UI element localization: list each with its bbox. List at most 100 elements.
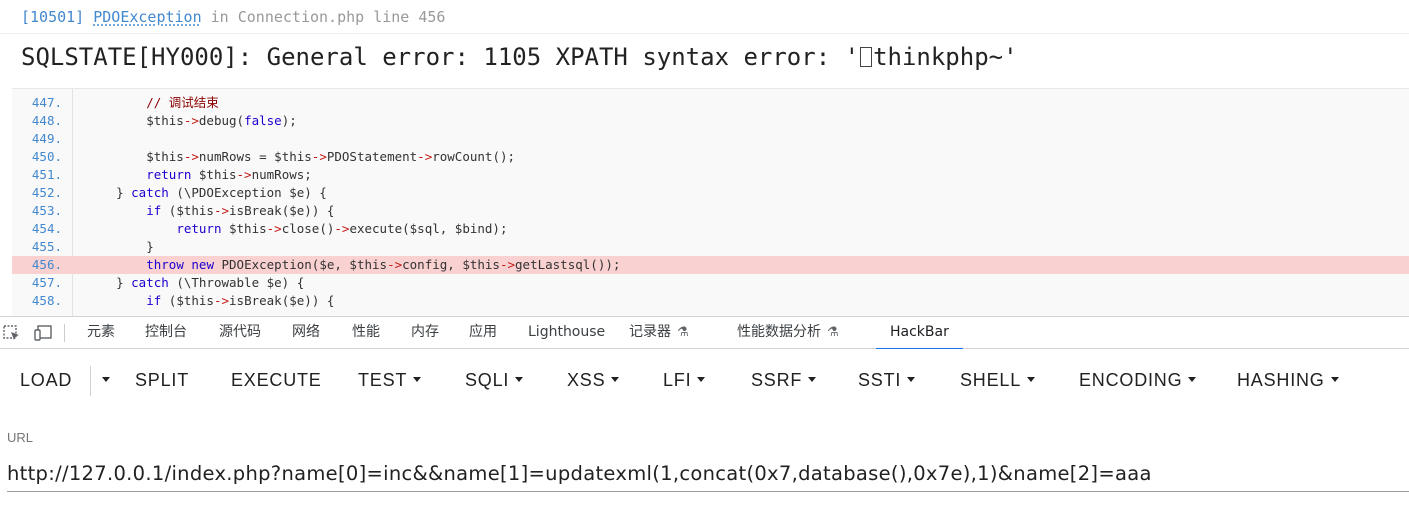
- load-button[interactable]: LOAD: [20, 367, 72, 393]
- ssti-menu-button[interactable]: SSTI: [858, 367, 916, 393]
- exception-line: 456: [418, 8, 446, 26]
- line-code: $this->numRows = $this->PDOStatement->ro…: [86, 149, 516, 164]
- hashing-label: HASHING: [1237, 370, 1325, 390]
- line-number: 457.: [31, 275, 62, 290]
- test-menu-button[interactable]: TEST: [358, 367, 422, 393]
- source-line: 457. } catch (\Throwable $e) {: [12, 274, 1409, 292]
- lfi-menu-button[interactable]: LFI: [663, 367, 706, 393]
- load-divider: [90, 366, 91, 396]
- line-code: } catch (\PDOException $e) {: [86, 185, 327, 200]
- source-line: 455. }: [12, 238, 1409, 256]
- chevron-down-icon: [413, 377, 422, 382]
- tab-hackbar[interactable]: HackBar: [876, 317, 963, 350]
- xss-label: XSS: [567, 370, 606, 390]
- chevron-down-icon: [697, 377, 706, 382]
- load-options-button[interactable]: [96, 367, 110, 393]
- error-page: [10501] PDOException in Connection.php l…: [0, 0, 1409, 317]
- line-code: // 调试结束: [86, 95, 219, 110]
- line-code: return $this->close()->execute($sql, $bi…: [176, 221, 508, 236]
- line-number: 454.: [31, 221, 62, 236]
- shell-label: SHELL: [960, 370, 1022, 390]
- encoding-label: ENCODING: [1079, 370, 1183, 390]
- sqli-label: SQLI: [465, 370, 510, 390]
- ssrf-menu-button[interactable]: SSRF: [751, 367, 817, 393]
- chevron-down-icon: [907, 377, 916, 382]
- error-message-end: thinkphp~': [873, 43, 1018, 71]
- chevron-down-icon: [515, 377, 524, 382]
- source-code-panel: 447. // 调试结束 448. $this->debug(false); 449…: [12, 88, 1409, 317]
- source-line: 453. if ($this->isBreak($e)) {: [12, 202, 1409, 220]
- line-number: 456.: [31, 257, 62, 272]
- hashing-menu-button[interactable]: HASHING: [1237, 367, 1339, 393]
- chevron-down-icon: [102, 377, 110, 382]
- tab-elements[interactable]: 元素: [87, 317, 115, 349]
- url-label: URL: [7, 430, 34, 445]
- inspect-element-icon[interactable]: [2, 323, 22, 343]
- exception-header: [10501] PDOException in Connection.php l…: [21, 8, 445, 26]
- line-number: 447.: [31, 95, 62, 110]
- source-line: 456. throw new PDOException($e, $this->c…: [12, 256, 1409, 274]
- line-code: throw new PDOException($e, $this->config…: [146, 257, 621, 272]
- exception-class-link[interactable]: PDOException: [93, 8, 201, 26]
- tab-console[interactable]: 控制台: [145, 317, 187, 349]
- tab-performance-insights[interactable]: 性能数据分析 ⚗: [737, 317, 839, 349]
- line-code: return $this->numRows;: [146, 167, 312, 182]
- source-line: 458. if ($this->isBreak($e)) {: [12, 292, 1409, 310]
- error-message-start: SQLSTATE[HY000]: General error: 1105 XPA…: [21, 43, 860, 71]
- tab-sources[interactable]: 源代码: [219, 317, 261, 349]
- chevron-down-icon: [1188, 377, 1197, 382]
- source-line: 452. } catch (\PDOException $e) {: [12, 184, 1409, 202]
- line-number: 455.: [31, 239, 62, 254]
- tab-performance[interactable]: 性能: [352, 317, 380, 349]
- chevron-down-icon: [611, 377, 620, 382]
- ssrf-label: SSRF: [751, 370, 803, 390]
- line-number: 450.: [31, 149, 62, 164]
- line-code: } catch (\Throwable $e) {: [86, 275, 305, 290]
- tab-performance-insights-label: 性能数据分析: [737, 324, 821, 340]
- xss-menu-button[interactable]: XSS: [567, 367, 620, 393]
- exception-file: Connection.php: [237, 8, 365, 26]
- line-number: 451.: [31, 167, 62, 182]
- ssti-label: SSTI: [858, 370, 902, 390]
- source-line: 448. $this->debug(false);: [12, 112, 1409, 130]
- source-line: 451. return $this->numRows;: [12, 166, 1409, 184]
- line-number: 453.: [31, 203, 62, 218]
- tab-recorder[interactable]: 记录器 ⚗: [629, 317, 689, 349]
- tab-application[interactable]: 应用: [469, 317, 497, 349]
- source-line: 454. return $this->close()->execute($sql…: [12, 220, 1409, 238]
- header-divider: [0, 33, 1409, 34]
- encoding-menu-button[interactable]: ENCODING: [1079, 367, 1197, 393]
- in-word: in: [210, 8, 229, 26]
- toolbar-separator: [64, 324, 65, 342]
- hackbar-toolbar: LOAD SPLIT EXECUTE TEST SQLI XSS LFI SSR…: [0, 349, 1409, 411]
- line-code: }: [86, 239, 154, 254]
- shell-menu-button[interactable]: SHELL: [960, 367, 1036, 393]
- chevron-down-icon: [808, 377, 817, 382]
- experiment-flask-icon: ⚗: [677, 325, 689, 340]
- tab-memory[interactable]: 内存: [411, 317, 439, 349]
- line-word: line: [373, 8, 410, 26]
- error-code: [10501]: [21, 8, 85, 26]
- tab-network[interactable]: 网络: [292, 317, 320, 349]
- device-toolbar-icon[interactable]: [33, 323, 53, 343]
- url-input[interactable]: [7, 456, 1409, 492]
- tab-lighthouse[interactable]: Lighthouse: [528, 317, 605, 349]
- source-line: 447. // 调试结束: [12, 94, 1409, 112]
- error-message: SQLSTATE[HY000]: General error: 1105 XPA…: [21, 43, 1018, 71]
- chevron-down-icon: [1027, 377, 1036, 382]
- tab-recorder-label: 记录器: [629, 324, 671, 340]
- test-label: TEST: [358, 370, 408, 390]
- lfi-label: LFI: [663, 370, 692, 390]
- execute-button[interactable]: EXECUTE: [231, 367, 322, 393]
- sqli-menu-button[interactable]: SQLI: [465, 367, 524, 393]
- experiment-flask-icon: ⚗: [827, 325, 839, 340]
- source-line: 450. $this->numRows = $this->PDOStatemen…: [12, 148, 1409, 166]
- line-number: 452.: [31, 185, 62, 200]
- unprintable-char-icon: [860, 47, 873, 67]
- split-button[interactable]: SPLIT: [135, 367, 189, 393]
- line-number: 449.: [31, 131, 62, 146]
- line-code: if ($this->isBreak($e)) {: [146, 293, 335, 308]
- devtools-tab-bar: 元素 控制台 源代码 网络 性能 内存 应用 Lighthouse 记录器 ⚗ 性…: [0, 316, 1409, 350]
- line-number: 448.: [31, 113, 62, 128]
- chevron-down-icon: [1330, 377, 1339, 382]
